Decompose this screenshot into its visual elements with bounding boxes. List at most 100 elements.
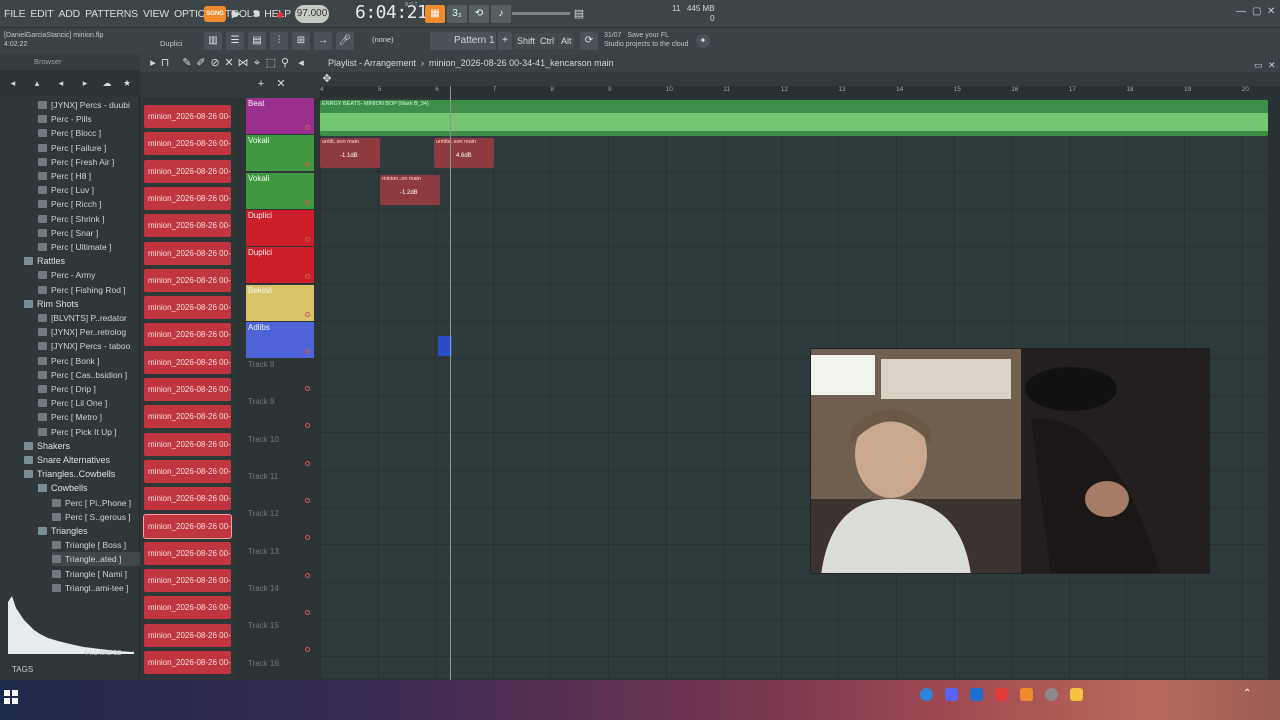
browser-folder[interactable]: Cowbells bbox=[38, 481, 140, 495]
browser-file[interactable]: [JYNX] Percs - taboo bbox=[38, 339, 140, 353]
track-mute-led-icon[interactable] bbox=[305, 460, 310, 466]
steam-icon[interactable] bbox=[970, 688, 983, 701]
discord-icon[interactable] bbox=[945, 688, 958, 701]
edge-icon[interactable] bbox=[920, 688, 933, 701]
playhead-marker[interactable] bbox=[450, 86, 451, 680]
track-header[interactable]: Beat bbox=[246, 98, 314, 134]
channel-button[interactable]: minion_2026-08-26 00- bbox=[144, 378, 231, 401]
track-header[interactable]: Vokali bbox=[246, 172, 314, 209]
track-mute-led-icon[interactable] bbox=[305, 647, 310, 653]
menu-file[interactable]: FILE bbox=[4, 0, 26, 28]
browser-file[interactable]: Triangl..ami-tee ] bbox=[52, 581, 140, 595]
fl-studio-taskbar-icon[interactable] bbox=[1020, 688, 1033, 701]
obs-icon[interactable] bbox=[1045, 688, 1058, 701]
browser-cloud-icon[interactable]: ☁ bbox=[98, 74, 116, 92]
track-mute-led-icon[interactable] bbox=[305, 125, 310, 130]
track-header[interactable]: Adlibs bbox=[246, 321, 314, 358]
cloud-sync-icon[interactable]: ⟳ bbox=[580, 32, 598, 50]
browser-file[interactable]: Perc [ Metro ] bbox=[38, 410, 140, 424]
browser-file[interactable]: Perc [ Fresh Air ] bbox=[38, 155, 140, 169]
track-header[interactable]: Track 11 bbox=[246, 471, 314, 507]
browser-file[interactable]: Perc [ Luv ] bbox=[38, 183, 140, 197]
browser-toggle-icon[interactable]: ⊞ bbox=[292, 32, 310, 50]
channel-button[interactable]: minion_2026-08-26 00- bbox=[144, 405, 231, 429]
channel-button[interactable]: minion_2026-08-26 00- bbox=[144, 241, 231, 265]
channel-button[interactable]: minion_2026-08-26 00- bbox=[144, 487, 231, 511]
channel-button[interactable]: minion_2026-08-26 00- bbox=[144, 323, 231, 347]
browser-file[interactable]: [JYNX] Per..retrolog bbox=[38, 325, 140, 339]
channel-button[interactable]: minion_2026-08-26 00- bbox=[144, 569, 231, 593]
track-header[interactable]: Track 8 bbox=[246, 359, 314, 395]
track-header[interactable]: Track 10 bbox=[246, 434, 314, 470]
browser-collapse-icon[interactable]: ▴ bbox=[28, 74, 46, 92]
channel-button[interactable]: minion_2026-08-26 00- bbox=[144, 268, 231, 292]
track-mute-led-icon[interactable] bbox=[305, 274, 310, 280]
browser-file[interactable]: Perc [ Failure ] bbox=[38, 141, 140, 155]
menu-add[interactable]: ADD bbox=[59, 0, 81, 28]
browser-star-icon[interactable]: ★ bbox=[118, 74, 136, 92]
vocal-clip-2[interactable]: untitle..son main 4.6dB bbox=[434, 138, 494, 168]
track-mute-led-icon[interactable] bbox=[305, 572, 310, 578]
browser-file[interactable]: Perc [ Pick It Up ] bbox=[38, 425, 140, 439]
track-lane[interactable] bbox=[320, 620, 1268, 658]
browser-file[interactable]: [BLVNTS] P..redator bbox=[38, 311, 140, 325]
track-mute-led-icon[interactable] bbox=[305, 162, 310, 168]
channel-button[interactable]: minion_2026-08-26 00- bbox=[144, 651, 231, 674]
playlist-icon[interactable]: ☰ bbox=[226, 32, 244, 50]
track-header[interactable]: Duplici bbox=[246, 247, 314, 284]
timeline-ruler[interactable]: 4 5 6 7 8 9 10 11 12 13 14 15 16 17 18 19 20 bbox=[320, 86, 1268, 98]
add-pattern-icon[interactable]: + bbox=[498, 32, 512, 50]
browser-folder[interactable]: Rim Shots bbox=[24, 297, 140, 311]
track-header[interactable]: Duplici bbox=[246, 209, 314, 246]
track-header[interactable]: Track 14 bbox=[246, 583, 314, 619]
channel-button[interactable]: minion_2026-08-26 00- bbox=[144, 105, 231, 128]
track-lane[interactable] bbox=[320, 210, 1268, 247]
track-lane[interactable] bbox=[320, 247, 1268, 285]
browser-file[interactable]: Perc - Pills bbox=[38, 112, 140, 126]
minimize-icon[interactable]: — bbox=[1236, 6, 1246, 17]
channel-button[interactable]: minion_2026-08-26 00- bbox=[144, 296, 231, 320]
browser-file[interactable]: Perc [ Shrink ] bbox=[38, 212, 140, 226]
menu-edit[interactable]: EDIT bbox=[30, 0, 53, 28]
ctrl-key-button[interactable]: Ctrl bbox=[537, 33, 557, 49]
tags-label[interactable]: TAGS bbox=[12, 665, 33, 674]
browser-file[interactable]: Perc [ S..gerous ] bbox=[52, 510, 140, 524]
record-icon[interactable]: ● bbox=[271, 5, 289, 23]
pattern-song-toggle-icon[interactable]: ▦ bbox=[425, 5, 445, 23]
brave-icon[interactable] bbox=[995, 688, 1008, 701]
track-header[interactable]: Track 9 bbox=[246, 396, 314, 432]
tempo-display[interactable]: 97.000 bbox=[295, 5, 329, 23]
alt-key-button[interactable]: Alt bbox=[558, 33, 575, 49]
channel-button[interactable]: minion_2026-08-26 00- bbox=[144, 432, 231, 456]
browser-file[interactable]: Perc [ Pi..Phone ] bbox=[52, 496, 140, 510]
track-mute-led-icon[interactable] bbox=[305, 498, 310, 503]
browser-folder[interactable]: Rattles bbox=[24, 254, 140, 268]
channel-button[interactable]: minion_2026-08-26 00- bbox=[144, 186, 231, 210]
channel-button[interactable]: minion_2026-08-26 00- bbox=[144, 350, 231, 374]
browser-file[interactable]: Perc [ Snar ] bbox=[38, 226, 140, 240]
track-header[interactable]: Track 12 bbox=[246, 508, 314, 544]
beat-clip[interactable]: ENRGY BEATS- MINION BOP (Mark B_34) bbox=[320, 100, 1268, 136]
track-header[interactable]: Track 13 bbox=[246, 546, 314, 582]
channel-button[interactable]: minion_2026-08-26 00- bbox=[143, 513, 232, 539]
browser-file[interactable]: Triangle [ Boss ] bbox=[52, 538, 140, 552]
track-mute-led-icon[interactable] bbox=[305, 423, 310, 429]
channel-button[interactable]: minion_2026-08-26 00- bbox=[144, 623, 231, 647]
track-lane[interactable] bbox=[320, 658, 1268, 679]
browser-file[interactable]: Triangle [ Nami ] bbox=[52, 567, 140, 581]
master-pitch-slider[interactable] bbox=[512, 12, 570, 15]
track-mute-led-icon[interactable] bbox=[305, 535, 310, 541]
browser-file[interactable]: Triangle..ated ] bbox=[52, 552, 140, 567]
track-mute-led-icon[interactable] bbox=[305, 199, 310, 205]
channel-button[interactable]: minion_2026-08-26 00- bbox=[144, 541, 231, 565]
loop-record-icon[interactable]: ⟲ bbox=[469, 5, 489, 23]
maximize-icon[interactable]: ▢ bbox=[1252, 6, 1261, 17]
browser-file[interactable]: Perc [ Fishing Rod ] bbox=[38, 283, 140, 297]
browser-file[interactable]: Perc [ Drip ] bbox=[38, 382, 140, 396]
track-lane[interactable] bbox=[320, 285, 1268, 322]
explorer-icon[interactable] bbox=[1070, 688, 1083, 701]
menu-patterns[interactable]: PATTERNS bbox=[85, 0, 138, 28]
track-mute-led-icon[interactable] bbox=[305, 609, 310, 615]
track-lane[interactable] bbox=[320, 173, 1268, 210]
browser-folder[interactable]: Snare Alternatives bbox=[24, 453, 140, 467]
